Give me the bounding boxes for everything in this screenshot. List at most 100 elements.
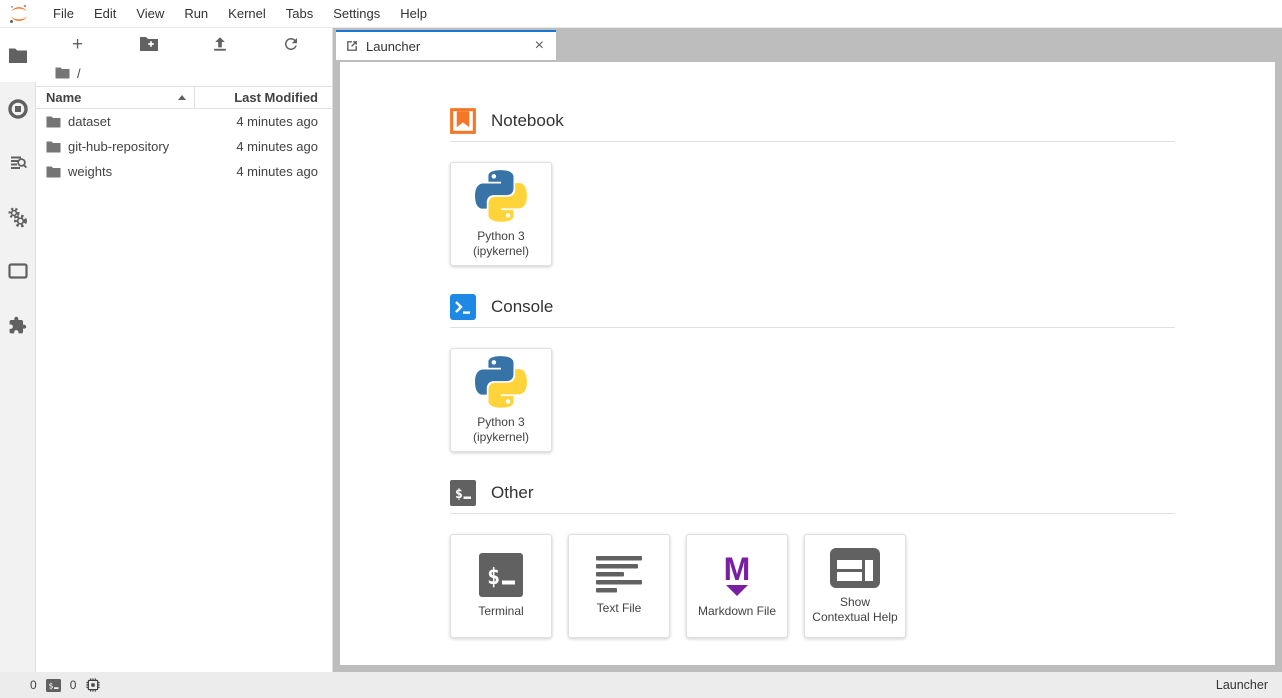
svg-text:$: $ — [455, 487, 463, 502]
left-activity-bar — [0, 28, 36, 672]
terminal-icon: $ — [479, 553, 523, 597]
file-row-dataset[interactable]: dataset 4 minutes ago — [36, 109, 332, 134]
svg-text:$: $ — [487, 565, 500, 590]
file-row-weights[interactable]: weights 4 minutes ago — [36, 159, 332, 184]
section-console: Console Python 3 (ipy — [450, 294, 1175, 452]
folder-icon — [46, 141, 61, 153]
section-title: Other — [491, 483, 534, 503]
launcher-card-show-contextual-help[interactable]: Show Contextual Help — [804, 534, 906, 638]
menu-settings[interactable]: Settings — [323, 0, 390, 28]
section-title: Console — [491, 297, 553, 317]
main-area: + — [0, 28, 1282, 672]
svg-text:$: $ — [48, 681, 53, 690]
menu-kernel[interactable]: Kernel — [218, 0, 276, 28]
menu-tabs[interactable]: Tabs — [276, 0, 323, 28]
upload-icon — [211, 35, 229, 53]
launcher-card-console-python3[interactable]: Python 3 (ipykernel) — [450, 348, 552, 452]
breadcrumb-path: / — [77, 66, 81, 81]
terminals-kernels-indicator[interactable]: 0 $ 0 — [30, 677, 101, 693]
file-modified: 4 minutes ago — [194, 164, 332, 179]
card-label: Text File — [597, 601, 642, 616]
menu-bar: File Edit View Run Kernel Tabs Settings … — [0, 0, 1282, 28]
current-activity-label: Launcher — [1216, 678, 1268, 692]
gears-icon — [7, 207, 28, 228]
section-other: $ Other $ — [450, 480, 1175, 638]
file-name: git-hub-repository — [68, 139, 169, 154]
jupyterlab-window: File Edit View Run Kernel Tabs Settings … — [0, 0, 1282, 698]
upload-button[interactable] — [206, 32, 234, 56]
kernel-count: 0 — [70, 678, 77, 692]
sidebar-item-extension-manager[interactable] — [0, 298, 35, 352]
terminal-count: 0 — [30, 678, 37, 692]
menu-view[interactable]: View — [126, 0, 174, 28]
sidebar-item-open-tabs[interactable] — [0, 244, 35, 298]
card-label: Terminal — [478, 604, 523, 619]
file-row-git-hub-repository[interactable]: git-hub-repository 4 minutes ago — [36, 134, 332, 159]
refresh-icon — [282, 35, 300, 53]
section-divider — [450, 513, 1175, 514]
terminal-icon: $ — [46, 679, 61, 692]
launcher-card-notebook-python3[interactable]: Python 3 (ipykernel) — [450, 162, 552, 266]
file-browser-toolbar: + — [36, 28, 332, 60]
card-label: Python 3 (ipykernel) — [473, 415, 529, 445]
kernel-chip-icon — [85, 677, 101, 693]
file-browser-panel: + — [36, 28, 333, 672]
section-divider — [450, 327, 1175, 328]
sort-ascending-icon — [178, 95, 186, 100]
text-file-icon — [596, 556, 642, 594]
terminal-icon: $ — [450, 480, 476, 506]
file-name: dataset — [68, 114, 111, 129]
tabs-icon — [8, 262, 28, 280]
sidebar-item-advanced-tools[interactable] — [0, 190, 35, 244]
python-icon — [475, 356, 527, 408]
menu-help[interactable]: Help — [390, 0, 437, 28]
console-icon — [450, 294, 476, 320]
launcher-card-markdown-file[interactable]: M Markdown File — [686, 534, 788, 638]
refresh-button[interactable] — [277, 32, 305, 56]
folder-icon — [8, 47, 28, 64]
dock-body: Notebook Python 3 (ip — [333, 60, 1282, 672]
breadcrumb[interactable]: / — [36, 60, 332, 86]
card-label: Markdown File — [698, 604, 776, 619]
new-folder-button[interactable] — [135, 32, 163, 56]
dock-panel: Launcher × Notebook — [333, 28, 1282, 672]
launcher-card-text-file[interactable]: Text File — [568, 534, 670, 638]
tab-title: Launcher — [366, 39, 531, 54]
file-name: weights — [68, 164, 112, 179]
section-title: Notebook — [491, 111, 564, 131]
svg-text:M: M — [724, 553, 751, 587]
sidebar-item-running-terminals-kernels[interactable] — [0, 82, 35, 136]
contextual-help-icon — [830, 548, 880, 588]
launcher-icon — [345, 39, 359, 53]
plus-icon: + — [72, 35, 83, 54]
card-label: Show Contextual Help — [812, 595, 897, 625]
file-modified: 4 minutes ago — [194, 139, 332, 154]
new-folder-icon — [139, 36, 159, 52]
notebook-icon — [450, 108, 476, 134]
file-list-header: Name Last Modified — [36, 86, 332, 109]
new-launcher-button[interactable]: + — [64, 32, 92, 56]
launcher-card-terminal[interactable]: $ Terminal — [450, 534, 552, 638]
markdown-icon: M — [714, 553, 760, 597]
launcher-panel: Notebook Python 3 (ip — [340, 62, 1275, 665]
tab-bar: Launcher × — [333, 28, 1282, 60]
status-bar: 0 $ 0 Launcher — [0, 672, 1282, 698]
sidebar-item-property-inspector[interactable] — [0, 136, 35, 190]
column-header-last-modified[interactable]: Last Modified — [194, 87, 332, 108]
puzzle-icon — [8, 316, 27, 335]
folder-icon — [46, 166, 61, 178]
section-divider — [450, 141, 1175, 142]
column-header-name[interactable]: Name — [36, 87, 194, 108]
file-modified: 4 minutes ago — [194, 114, 332, 129]
menu-edit[interactable]: Edit — [84, 0, 126, 28]
card-label: Python 3 (ipykernel) — [473, 229, 529, 259]
tab-launcher[interactable]: Launcher × — [336, 30, 556, 60]
sidebar-item-file-browser[interactable] — [0, 28, 36, 82]
stop-circle-icon — [8, 99, 28, 119]
python-icon — [475, 170, 527, 222]
folder-icon — [46, 116, 61, 128]
close-icon[interactable]: × — [531, 38, 548, 54]
menu-run[interactable]: Run — [174, 0, 218, 28]
list-search-icon — [8, 153, 28, 173]
menu-file[interactable]: File — [43, 0, 84, 28]
